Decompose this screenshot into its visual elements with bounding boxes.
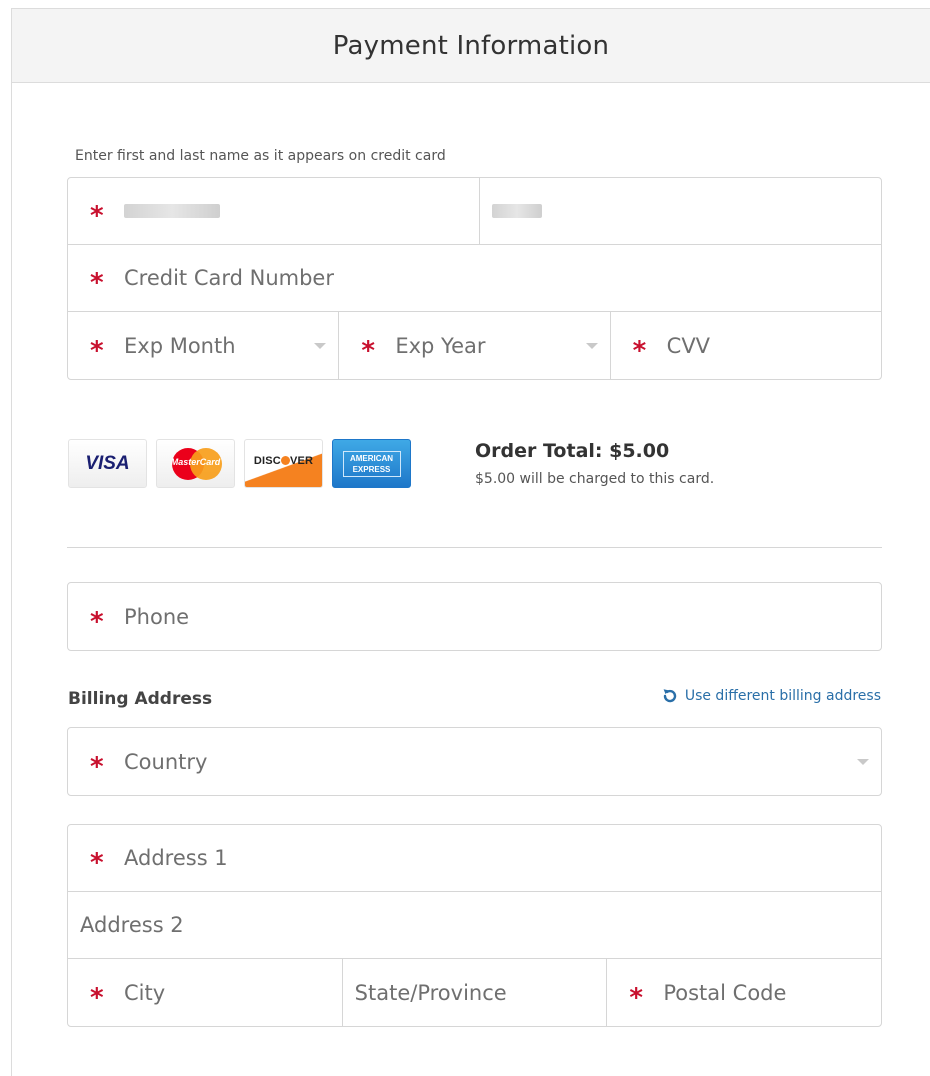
discover-logo: DISC VER: [244, 439, 323, 488]
mastercard-logo: MasterCard: [156, 439, 235, 488]
address1-placeholder: Address 1: [124, 846, 228, 870]
address2-field[interactable]: Address 2: [68, 892, 881, 958]
exp-year-select[interactable]: * Exp Year: [339, 312, 611, 379]
required-asterisk: *: [90, 268, 104, 298]
card-number-row: * Credit Card Number: [68, 245, 881, 312]
discover-logo-text-a: DISC: [253, 454, 281, 467]
address-group: * Address 1 Address 2 * City State/Provi…: [67, 824, 882, 1027]
required-asterisk: *: [90, 201, 104, 231]
chevron-down-icon: [857, 758, 869, 765]
exp-month-placeholder: Exp Month: [124, 333, 236, 358]
last-name-field[interactable]: [480, 178, 881, 244]
required-asterisk: *: [361, 335, 375, 366]
card-number-field[interactable]: * Credit Card Number: [68, 245, 881, 311]
first-name-field[interactable]: *: [68, 178, 480, 244]
expiry-row: * Exp Month * Exp Year * CVV: [68, 312, 881, 379]
required-asterisk: *: [90, 982, 104, 1013]
accepted-cards: VISA MasterCard DISC VER AMERICAN EXPRESS: [68, 439, 411, 488]
required-asterisk: *: [90, 848, 104, 878]
exp-month-select[interactable]: * Exp Month: [68, 312, 340, 379]
last-name-value-redacted: [492, 204, 542, 218]
amex-logo-text-b: EXPRESS: [352, 464, 391, 474]
city-placeholder: City: [124, 980, 166, 1005]
refresh-icon: [663, 689, 677, 703]
phone-group: * Phone: [67, 582, 882, 651]
first-name-value-redacted: [124, 204, 220, 218]
panel-header: Payment Information: [12, 9, 930, 83]
billing-address-label: Billing Address: [68, 689, 213, 709]
use-different-billing-link[interactable]: Use different billing address: [662, 688, 881, 704]
city-field[interactable]: * City: [68, 959, 343, 1026]
address2-placeholder: Address 2: [80, 913, 184, 937]
phone-field[interactable]: * Phone: [68, 583, 881, 650]
divider: [67, 547, 882, 548]
state-field[interactable]: State/Province: [343, 959, 608, 1026]
address2-row: Address 2: [68, 892, 881, 959]
address1-row: * Address 1: [68, 825, 881, 892]
required-asterisk: *: [632, 335, 647, 366]
american-express-logo: AMERICAN EXPRESS: [332, 439, 411, 488]
mastercard-circles: MasterCard: [170, 447, 222, 480]
city-row: * City State/Province * Postal Code: [68, 959, 881, 1026]
required-asterisk: *: [90, 335, 104, 366]
charge-note: $5.00 will be charged to this card.: [475, 471, 715, 487]
visa-logo-text: VISA: [85, 452, 130, 474]
phone-row: * Phone: [68, 583, 881, 650]
required-asterisk: *: [90, 751, 104, 782]
country-select[interactable]: * Country: [68, 728, 881, 795]
amex-logo-box: AMERICAN EXPRESS: [342, 450, 401, 477]
postal-code-field[interactable]: * Postal Code: [607, 959, 881, 1026]
exp-year-placeholder: Exp Year: [395, 333, 486, 358]
address1-field[interactable]: * Address 1: [68, 825, 881, 891]
discover-logo-text: DISC VER: [254, 455, 313, 467]
page-title: Payment Information: [332, 30, 610, 61]
mastercard-logo-text: MasterCard: [170, 456, 221, 467]
chevron-down-icon: [585, 342, 598, 349]
visa-logo: VISA: [68, 439, 147, 488]
discover-orange-dot: [280, 455, 290, 465]
phone-placeholder: Phone: [124, 604, 190, 629]
cvv-field[interactable]: * CVV: [611, 312, 881, 379]
name-row: *: [68, 178, 881, 245]
amex-logo-text-a: AMERICAN: [349, 453, 394, 463]
billing-link-label: Use different billing address: [684, 688, 881, 704]
required-asterisk: *: [90, 606, 104, 637]
required-asterisk: *: [629, 982, 643, 1013]
name-hint: Enter first and last name as it appears …: [75, 148, 446, 164]
card-number-placeholder: Credit Card Number: [124, 266, 334, 290]
chevron-down-icon: [314, 342, 327, 349]
discover-logo-text-b: VER: [289, 454, 314, 467]
order-total: Order Total: $5.00: [475, 440, 670, 462]
country-group: * Country: [67, 727, 882, 796]
state-placeholder: State/Province: [354, 980, 507, 1005]
postal-code-placeholder: Postal Code: [663, 980, 787, 1005]
cvv-placeholder: CVV: [666, 333, 711, 358]
country-row: * Country: [68, 728, 881, 795]
card-details-group: * * Credit Card Number * Exp Month * Exp…: [67, 177, 882, 380]
country-placeholder: Country: [124, 749, 208, 774]
